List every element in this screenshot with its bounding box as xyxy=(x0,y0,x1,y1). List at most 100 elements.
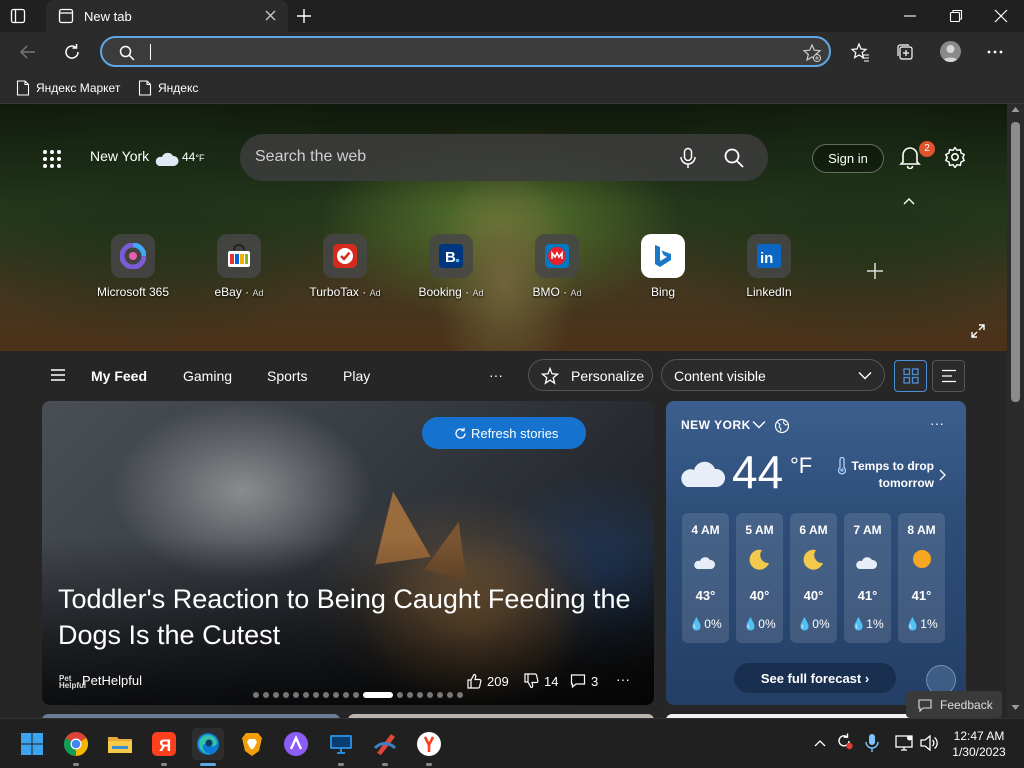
settings-more-icon[interactable] xyxy=(985,42,1005,62)
hourly-forecast-item[interactable]: 8 AM 41° 💧1% xyxy=(898,513,945,643)
quick-link-bing[interactable]: Bing xyxy=(608,234,718,299)
tab-gaming[interactable]: Gaming xyxy=(183,368,232,384)
content-visibility-dropdown[interactable]: Content visible xyxy=(661,359,885,391)
carousel-dot[interactable] xyxy=(447,692,453,698)
personalize-button[interactable]: Personalize xyxy=(528,359,653,391)
collections-icon[interactable] xyxy=(895,42,915,62)
partly-cloudy-night-icon[interactable] xyxy=(154,144,182,168)
carousel-dot[interactable] xyxy=(363,692,393,698)
file-explorer-icon[interactable] xyxy=(104,728,136,760)
tab-my-feed[interactable]: My Feed xyxy=(91,368,147,384)
address-bar[interactable] xyxy=(100,36,831,67)
gear-icon[interactable] xyxy=(944,146,966,168)
sign-in-button[interactable]: Sign in xyxy=(812,144,884,173)
more-tabs-button[interactable]: ··· xyxy=(489,367,503,383)
carousel-dot[interactable] xyxy=(353,692,359,698)
tab-play[interactable]: Play xyxy=(343,368,370,384)
location-temperature[interactable]: 44°F xyxy=(182,150,204,164)
menu-icon[interactable] xyxy=(50,368,66,382)
profile-avatar[interactable] xyxy=(940,41,961,62)
yandex-browser-icon[interactable]: Я xyxy=(148,728,180,760)
close-tab-icon[interactable] xyxy=(264,9,277,22)
carousel-dot[interactable] xyxy=(343,692,349,698)
quick-link-microsoft-365[interactable]: Microsoft 365 xyxy=(78,234,188,299)
chevron-up-icon[interactable] xyxy=(902,196,916,206)
favorites-icon[interactable] xyxy=(850,42,870,62)
publisher-name[interactable]: PetHelpful xyxy=(82,673,142,688)
remote-desktop-icon[interactable] xyxy=(325,728,357,760)
chevron-down-icon[interactable] xyxy=(752,420,766,429)
chrome-icon[interactable] xyxy=(60,728,92,760)
start-icon[interactable] xyxy=(16,728,48,760)
search-icon[interactable] xyxy=(723,147,745,169)
expand-icon[interactable] xyxy=(971,324,985,338)
carousel-dot[interactable] xyxy=(263,692,269,698)
reload-button[interactable] xyxy=(62,42,82,62)
notifications-icon[interactable] xyxy=(899,145,921,169)
weather-card[interactable]: NEW YORK ··· 44 °F Temps to drop tomorro… xyxy=(666,401,966,705)
carousel-dot[interactable] xyxy=(273,692,279,698)
carousel-dot[interactable] xyxy=(457,692,463,698)
quick-link-bmo[interactable]: BMO · Ad xyxy=(502,234,612,299)
alice-icon[interactable] xyxy=(280,728,312,760)
app-launcher-icon[interactable] xyxy=(42,149,62,169)
quick-link-ebay[interactable]: eBay · Ad xyxy=(184,234,294,299)
carousel-dot[interactable] xyxy=(323,692,329,698)
quick-link-turbotax[interactable]: TurboTax · Ad xyxy=(290,234,400,299)
restore-button[interactable] xyxy=(949,9,963,23)
like-button[interactable]: 209 xyxy=(466,673,509,689)
scrollbar-thumb[interactable] xyxy=(1011,122,1020,402)
globe-icon[interactable] xyxy=(774,418,790,434)
bookmark-yandex-market[interactable]: Яндекс Маркет xyxy=(16,78,120,98)
yandex-icon[interactable] xyxy=(413,728,445,760)
quick-link-booking[interactable]: B Booking · Ad xyxy=(396,234,506,299)
edge-icon[interactable] xyxy=(192,728,224,760)
temperature-unit[interactable]: °F xyxy=(790,453,812,479)
close-window-button[interactable] xyxy=(994,9,1008,23)
address-input[interactable] xyxy=(146,42,766,61)
carousel-dot[interactable] xyxy=(407,692,413,698)
new-tab-button[interactable] xyxy=(295,7,313,25)
weather-alert[interactable]: Temps to drop tomorrow xyxy=(850,458,934,492)
hourly-forecast-item[interactable]: 5 AM 40° 💧0% xyxy=(736,513,783,643)
microphone-icon[interactable] xyxy=(678,147,698,169)
carousel-dot[interactable] xyxy=(437,692,443,698)
location-label[interactable]: New York xyxy=(90,148,149,164)
carousel-dot[interactable] xyxy=(283,692,289,698)
carousel-dot[interactable] xyxy=(253,692,259,698)
carousel-dot[interactable] xyxy=(397,692,403,698)
carousel-dot[interactable] xyxy=(293,692,299,698)
ccleaner-icon[interactable] xyxy=(369,728,401,760)
hourly-forecast-item[interactable]: 7 AM 41° 💧1% xyxy=(844,513,891,643)
scroll-down-arrow-icon[interactable] xyxy=(1011,704,1020,711)
weather-more-options[interactable]: ··· xyxy=(930,415,944,431)
add-favorite-icon[interactable] xyxy=(802,43,822,63)
network-icon[interactable] xyxy=(894,733,914,753)
carousel-dot[interactable] xyxy=(333,692,339,698)
system-clock[interactable]: 12:47 AM 1/30/2023 xyxy=(944,728,1014,760)
refresh-stories-button[interactable]: Refresh stories xyxy=(422,417,586,449)
hourly-forecast-item[interactable]: 4 AM 43° 💧0% xyxy=(682,513,729,643)
add-shortcut-button[interactable] xyxy=(865,261,885,281)
tab-sports[interactable]: Sports xyxy=(267,368,307,384)
dislike-button[interactable]: 14 xyxy=(523,673,558,689)
sync-alert-icon[interactable] xyxy=(834,731,854,755)
list-layout-button[interactable] xyxy=(932,360,965,392)
carousel-dot[interactable] xyxy=(427,692,433,698)
web-search-box[interactable] xyxy=(240,134,768,181)
comments-button[interactable]: 3 xyxy=(570,673,598,689)
tab-actions-icon[interactable] xyxy=(10,8,26,24)
web-search-input[interactable] xyxy=(255,146,655,168)
grid-layout-button[interactable] xyxy=(894,360,927,392)
feedback-button[interactable]: Feedback xyxy=(906,691,1002,718)
chevron-right-icon[interactable] xyxy=(939,469,946,481)
back-button[interactable] xyxy=(18,42,38,62)
brave-icon[interactable] xyxy=(236,728,268,760)
featured-story-card[interactable]: Refresh stories Toddler's Reaction to Be… xyxy=(42,401,654,705)
volume-icon[interactable] xyxy=(919,733,939,753)
weather-location[interactable]: NEW YORK xyxy=(681,418,751,432)
scroll-up-arrow-icon[interactable] xyxy=(1011,106,1020,113)
hourly-forecast-item[interactable]: 6 AM 40° 💧0% xyxy=(790,513,837,643)
quick-link-linkedin[interactable]: in LinkedIn xyxy=(714,234,824,299)
story-more-options[interactable]: ··· xyxy=(616,671,630,687)
